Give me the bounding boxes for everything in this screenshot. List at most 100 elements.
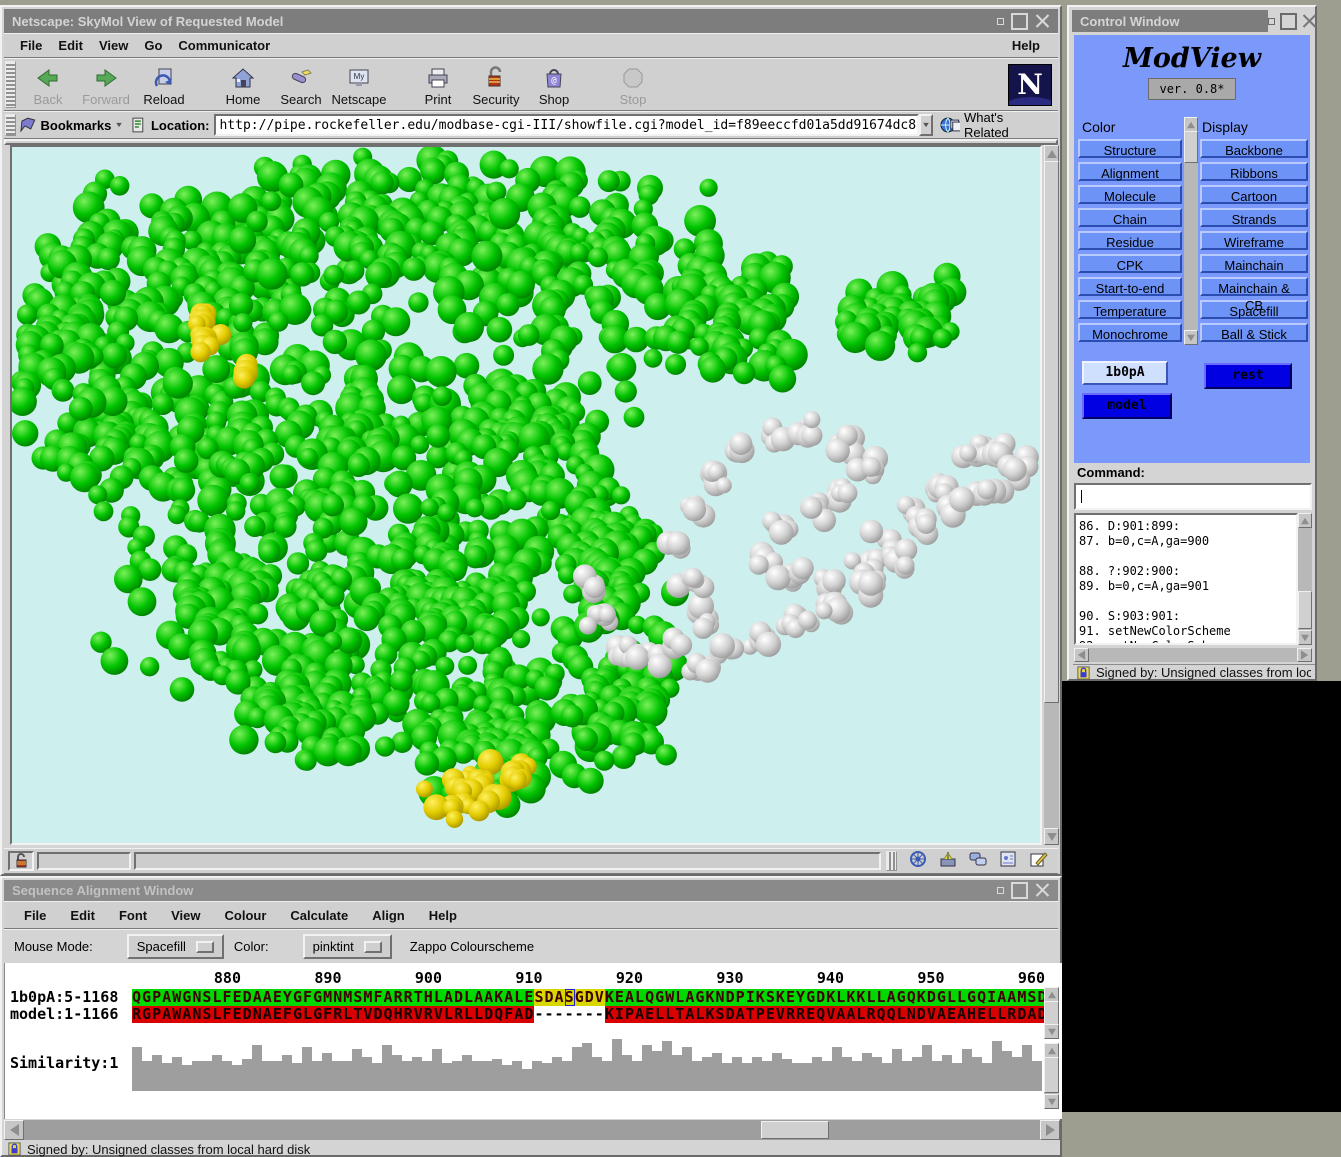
toolbar-button-home[interactable]: Home [214,59,272,110]
control-minimize-icon[interactable] [1268,18,1275,25]
browser-titlebar[interactable]: Netscape: SkyMol View of Requested Model [4,9,1058,33]
seq-menu-view[interactable]: View [163,905,208,926]
viewer-vscrollbar[interactable] [1044,145,1059,845]
color-dropdown[interactable]: pinktint [303,934,392,959]
color-button-cpk[interactable]: CPK [1078,254,1182,273]
component-mailbox-icon[interactable] [938,850,958,873]
color-button-start-to-end[interactable]: Start-to-end [1078,277,1182,296]
panel-vscroll-thumb[interactable] [1184,131,1198,163]
control-titlebar[interactable]: Control Window [1072,10,1268,32]
url-dropdown-button[interactable] [919,114,933,136]
seq-menu-align[interactable]: Align [364,905,413,926]
toolbar-button-reload[interactable]: Reload [135,59,193,110]
similarity-vscrollbar[interactable] [1044,1043,1059,1109]
toolbar-grip[interactable] [5,61,16,108]
molecule-viewport[interactable] [10,145,1042,845]
mouse-mode-dropdown[interactable]: Spacefill [127,934,224,959]
close-icon[interactable] [1035,14,1050,29]
toolbar-button-shop[interactable]: @Shop [525,59,583,110]
minimize-icon[interactable] [997,18,1004,25]
seq-hscrollbar[interactable] [4,1120,1060,1140]
seq-vscrollbar[interactable] [1044,987,1059,1039]
seq-titlebar[interactable]: Sequence Alignment Window [4,880,1058,901]
bookmarks-label[interactable]: Bookmarks [40,118,111,133]
alignment-area[interactable]: 880890900910920930940950960 1b0pA:5-1168… [4,963,1062,1119]
log-vscroll-thumb[interactable] [1298,591,1312,629]
component-addressbook-icon[interactable] [998,850,1018,873]
sequence-segment[interactable]: ------- [534,1006,604,1023]
color-button-temperature[interactable]: Temperature [1078,300,1182,319]
display-button-cartoon[interactable]: Cartoon [1200,185,1308,204]
seq-maximize-icon[interactable] [1011,882,1028,899]
display-button-strands[interactable]: Strands [1200,208,1308,227]
color-button-alignment[interactable]: Alignment [1078,162,1182,181]
display-button-ribbons[interactable]: Ribbons [1200,162,1308,181]
seq-menu-help[interactable]: Help [421,905,465,926]
command-log[interactable]: 86. D:901:899:87. b=0,c=A,ga=900 88. ?:9… [1074,513,1298,645]
toolbar-button-back[interactable]: Back [19,59,77,110]
sequence-segment[interactable]: SDA [534,989,564,1006]
control-maximize-icon[interactable] [1280,13,1297,30]
display-button-backbone[interactable]: Backbone [1200,139,1308,158]
toolbar-button-security[interactable]: Security [467,59,525,110]
componentbar-grip[interactable] [886,851,897,871]
component-discussions-icon[interactable] [968,850,988,873]
panel-vscrollbar[interactable] [1184,117,1198,345]
seq-menu-colour[interactable]: Colour [217,905,275,926]
alignment-cursor[interactable]: S [565,989,575,1006]
model-button-1b0pA[interactable]: 1b0pA [1082,361,1168,385]
display-button-mainchain-cb[interactable]: Mainchain & CB [1200,277,1308,296]
toolbar-button-stop[interactable]: Stop [604,59,662,110]
color-button-chain[interactable]: Chain [1078,208,1182,227]
browser-menu-communicator[interactable]: Communicator [170,35,278,56]
sequence-row[interactable]: RGPAWANSLFEDNAEFGLGFRLTVDQHRVRVLRLLDQFAD… [132,1006,1048,1024]
bookmarks-dropdown-icon[interactable] [116,123,122,127]
url-text[interactable]: http://pipe.rockefeller.edu/modbase-cgi-… [219,118,918,133]
color-button-residue[interactable]: Residue [1078,231,1182,250]
component-navigator-icon[interactable] [908,850,928,873]
display-button-mainchain[interactable]: Mainchain [1200,254,1308,273]
browser-menu-file[interactable]: File [12,35,50,56]
location-icon[interactable] [131,117,147,133]
sequence-segment[interactable]: KIPAELLTALKSDATPEVRREQVAALRQQLNDVAEAHELL… [605,1006,1048,1023]
seq-menu-edit[interactable]: Edit [62,905,103,926]
bookmarks-icon[interactable] [19,117,37,133]
browser-menu-edit[interactable]: Edit [50,35,91,56]
browser-menu-view[interactable]: View [91,35,136,56]
sequence-segment[interactable]: RGPAWANSLFEDNAEFGLGFRLTVDQHRVRVLRLLDQFAD [132,1006,534,1023]
seq-menu-calculate[interactable]: Calculate [282,905,356,926]
display-button-spacefill[interactable]: Spacefill [1200,300,1308,319]
seq-close-icon[interactable] [1035,883,1050,898]
toolbar-button-forward[interactable]: Forward [77,59,135,110]
model-button-model[interactable]: model [1082,393,1172,419]
control-close-icon[interactable] [1302,14,1317,29]
whats-related-label[interactable]: What's Related [964,110,1050,140]
url-input[interactable]: http://pipe.rockefeller.edu/modbase-cgi-… [214,114,918,136]
security-status-box[interactable] [8,851,34,871]
color-button-monochrome[interactable]: Monochrome [1078,323,1182,342]
sequence-segment[interactable]: KEALQGWLAGKNDPIKSKEYGDKLKKLLAGQKDGLLGQIA… [605,989,1048,1006]
toolbar-button-search[interactable]: Search [272,59,330,110]
component-composer-icon[interactable] [1028,850,1048,873]
command-input[interactable] [1074,483,1312,510]
maximize-icon[interactable] [1011,13,1028,30]
sequence-segment[interactable]: GDV [575,989,605,1006]
sequence-segment[interactable]: QGPAWGNSLFEDAAEYGFGMNMSMFARRTHLADLAAKALE [132,989,534,1006]
display-button-wireframe[interactable]: Wireframe [1200,231,1308,250]
toolbar-button-print[interactable]: Print [409,59,467,110]
color-button-molecule[interactable]: Molecule [1078,185,1182,204]
browser-menu-go[interactable]: Go [136,35,170,56]
toolbar-button-netscape[interactable]: MyNetscape [330,59,388,110]
viewer-vscroll-thumb[interactable] [1044,161,1059,703]
seq-hscroll-thumb[interactable] [761,1121,829,1139]
seq-minimize-icon[interactable] [997,887,1004,894]
log-vscrollbar[interactable] [1298,513,1312,645]
display-button-ball-stick[interactable]: Ball & Stick [1200,323,1308,342]
model-button-rest[interactable]: rest [1204,363,1292,389]
log-hscrollbar[interactable] [1074,648,1312,662]
locationbar-grip[interactable] [5,114,16,136]
seq-menu-file[interactable]: File [16,905,54,926]
netscape-logo[interactable]: N [1008,64,1052,106]
browser-menu-help[interactable]: Help [1004,35,1048,56]
seq-menu-font[interactable]: Font [111,905,155,926]
